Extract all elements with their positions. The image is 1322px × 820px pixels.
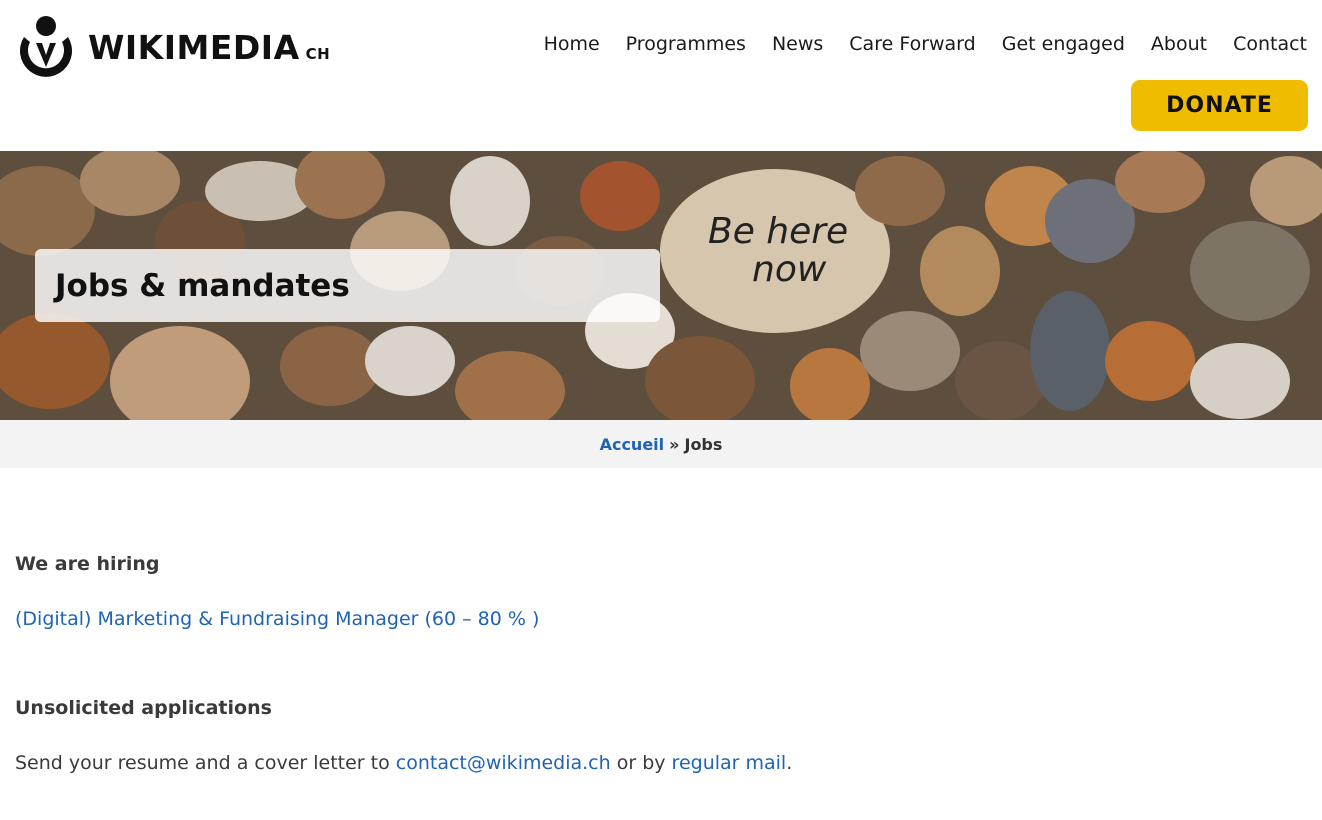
- email-link[interactable]: contact@wikimedia.ch: [396, 752, 611, 774]
- stone-text-line1: Be here: [708, 211, 848, 252]
- page-title-box: Jobs & mandates: [35, 249, 660, 322]
- application-instructions: Send your resume and a cover letter to c…: [15, 752, 792, 774]
- logo-wordmark: WIKIMEDIA CH: [88, 28, 330, 67]
- nav-home[interactable]: Home: [544, 33, 600, 55]
- logo-text: WIKIMEDIA: [88, 27, 300, 67]
- stone-text-line2: now: [752, 249, 827, 290]
- hiring-heading: We are hiring: [15, 553, 160, 575]
- site-header: WIKIMEDIA CH Home Programmes News Care F…: [0, 0, 1322, 151]
- send-middle: or by: [610, 752, 672, 774]
- hero-banner: Be here now Jobs & mandates: [0, 151, 1322, 420]
- nav-get-engaged[interactable]: Get engaged: [1002, 33, 1125, 55]
- send-prefix: Send your resume and a cover letter to: [15, 752, 396, 774]
- breadcrumb: Accueil » Jobs: [0, 420, 1322, 468]
- send-suffix: .: [786, 752, 793, 774]
- logo-sub: CH: [305, 44, 331, 63]
- nav-contact[interactable]: Contact: [1233, 33, 1307, 55]
- nav-programmes[interactable]: Programmes: [626, 33, 746, 55]
- job-posting-link[interactable]: (Digital) Marketing & Fundraising Manage…: [15, 608, 539, 630]
- donate-button[interactable]: DONATE: [1131, 80, 1308, 131]
- breadcrumb-home[interactable]: Accueil: [600, 435, 665, 454]
- nav-news[interactable]: News: [772, 33, 823, 55]
- breadcrumb-current: Jobs: [684, 434, 723, 454]
- nav-care-forward[interactable]: Care Forward: [849, 33, 975, 55]
- breadcrumb-separator: »: [669, 434, 680, 454]
- page-title: Jobs & mandates: [55, 267, 350, 304]
- unsolicited-heading: Unsolicited applications: [15, 697, 272, 719]
- regular-mail-link[interactable]: regular mail: [672, 752, 787, 774]
- nav-about[interactable]: About: [1151, 33, 1207, 55]
- wikimedia-logo-icon: [20, 16, 72, 77]
- main-nav: Home Programmes News Care Forward Get en…: [544, 33, 1307, 55]
- wikimedia-logo[interactable]: WIKIMEDIA CH: [14, 15, 330, 79]
